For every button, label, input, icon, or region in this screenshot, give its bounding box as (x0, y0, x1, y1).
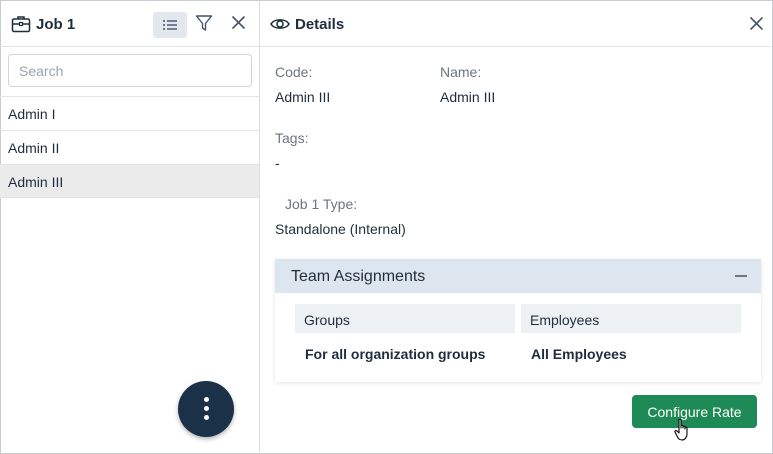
list-item-label: Admin II (8, 140, 60, 156)
team-assignments-header[interactable]: Team Assignments (275, 259, 761, 293)
more-vertical-icon (204, 397, 209, 402)
collapse-icon[interactable] (735, 275, 747, 277)
details-title: Details (295, 16, 345, 33)
name-label: Name: (440, 64, 482, 80)
employees-column-header: Employees (521, 304, 741, 333)
eye-icon (270, 19, 290, 29)
hand-cursor-icon (674, 418, 688, 441)
job-list: Admin I Admin II Admin III (0, 96, 259, 198)
job-list-panel: Job 1 Admin I Admin II (0, 0, 260, 452)
groups-value: For all organization groups (305, 346, 486, 362)
job-type-value: Standalone (Internal) (275, 221, 406, 237)
name-value: Admin III (440, 89, 496, 105)
employees-value: All Employees (531, 346, 627, 362)
code-value: Admin III (275, 89, 331, 105)
tags-value: - (275, 155, 280, 171)
list-icon (163, 20, 177, 30)
job-list-header: Job 1 (0, 0, 259, 47)
search-box (8, 54, 252, 87)
list-item-label: Admin III (8, 174, 64, 190)
team-assignments-section: Team Assignments Groups Employees For al… (275, 259, 761, 382)
details-panel: Details Code: Admin III Name: Admin III … (260, 0, 771, 452)
team-assignments-title: Team Assignments (291, 268, 426, 285)
job-type-label: Job 1 Type: (285, 196, 358, 212)
more-vertical-icon-dot (204, 415, 209, 420)
job-list-title: Job 1 (36, 16, 76, 33)
list-item-admin-iii[interactable]: Admin III (0, 164, 259, 198)
configure-rate-button[interactable]: Configure Rate (632, 395, 757, 428)
search-input[interactable] (8, 54, 252, 87)
filter-icon[interactable] (195, 14, 213, 32)
list-view-button[interactable] (153, 12, 187, 38)
briefcase-icon (11, 16, 31, 33)
close-details-icon[interactable] (749, 16, 764, 31)
close-list-icon[interactable] (231, 15, 246, 30)
tags-label: Tags: (275, 130, 309, 146)
details-header: Details (260, 0, 771, 47)
list-item-admin-ii[interactable]: Admin II (0, 130, 259, 164)
list-item-label: Admin I (8, 106, 56, 122)
more-actions-button[interactable] (178, 381, 234, 437)
groups-column-header: Groups (295, 304, 515, 333)
code-label: Code: (275, 64, 313, 80)
list-item-admin-i[interactable]: Admin I (0, 96, 259, 130)
more-vertical-icon-dot (204, 406, 209, 411)
